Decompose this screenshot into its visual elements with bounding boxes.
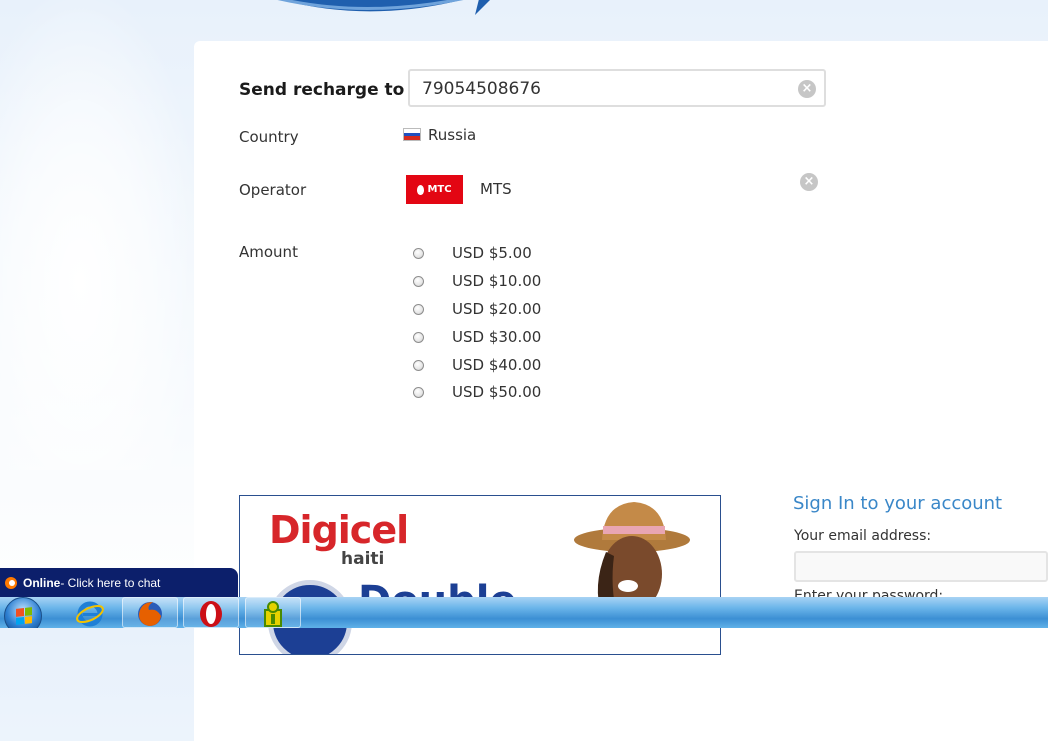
amount-radio[interactable] — [413, 247, 424, 259]
amount-radio[interactable] — [413, 386, 424, 398]
clear-phone-button[interactable]: × — [798, 80, 816, 98]
email-label: Your email address: — [794, 528, 932, 544]
taskbar-app[interactable] — [245, 597, 301, 628]
amount-option[interactable]: USD $50.00 — [413, 382, 541, 402]
chat-message-text: - Click here to chat — [60, 575, 161, 590]
mts-logo-text: МТС — [427, 184, 452, 195]
amount-option[interactable]: USD $5.00 — [413, 243, 532, 263]
taskbar-internet-explorer[interactable] — [62, 597, 118, 628]
taskbar-opera[interactable] — [183, 597, 239, 628]
amount-option-label: USD $20.00 — [452, 300, 542, 318]
taskbar-firefox[interactable] — [122, 597, 178, 628]
windows-logo-icon — [16, 607, 32, 625]
background-cloud — [0, 0, 200, 470]
amount-option[interactable]: USD $20.00 — [413, 299, 541, 319]
russia-flag-icon — [404, 129, 420, 140]
amount-label: Amount — [239, 243, 298, 261]
digicel-logo: Digicel — [269, 508, 409, 552]
signin-title: Sign In to your account — [793, 493, 1003, 514]
internet-explorer-icon — [76, 601, 104, 626]
windows-taskbar — [0, 597, 1048, 628]
mts-egg-icon — [417, 184, 425, 195]
country-value: Russia — [428, 126, 477, 144]
phone-number-input[interactable] — [422, 77, 782, 101]
amount-option-label: USD $5.00 — [452, 244, 532, 262]
amount-radio[interactable] — [413, 359, 424, 371]
chat-status-text: Online — [23, 575, 61, 590]
send-recharge-label: Send recharge to — [239, 80, 405, 100]
email-field[interactable] — [794, 551, 1048, 582]
amount-option[interactable]: USD $10.00 — [413, 271, 541, 291]
amount-radio[interactable] — [413, 275, 424, 287]
chat-status-icon — [5, 576, 17, 589]
digicel-region: haiti — [341, 549, 385, 569]
amount-option-label: USD $10.00 — [452, 272, 542, 290]
firefox-icon — [138, 601, 162, 626]
amount-option-label: USD $30.00 — [452, 328, 542, 346]
mts-logo: МТС — [406, 175, 463, 204]
amount-option[interactable]: USD $40.00 — [413, 355, 541, 375]
country-label: Country — [239, 128, 299, 146]
header-swoosh-graphic — [277, 0, 490, 15]
amount-option[interactable]: USD $30.00 — [413, 327, 541, 347]
amount-radio[interactable] — [413, 303, 424, 315]
amount-option-label: USD $50.00 — [452, 383, 542, 401]
start-button[interactable] — [4, 597, 42, 628]
live-chat-tab[interactable]: Online - Click here to chat — [0, 568, 238, 597]
operator-label: Operator — [239, 181, 307, 199]
operator-value: MTS — [480, 180, 512, 198]
amount-option-label: USD $40.00 — [452, 356, 542, 374]
app-icon — [264, 600, 282, 627]
digicel-ad-banner[interactable]: Digicel haiti Double — [239, 495, 721, 655]
clear-operator-button[interactable]: × — [800, 173, 818, 191]
amount-radio[interactable] — [413, 331, 424, 343]
opera-icon — [200, 600, 222, 627]
phone-field[interactable]: × — [408, 69, 826, 107]
